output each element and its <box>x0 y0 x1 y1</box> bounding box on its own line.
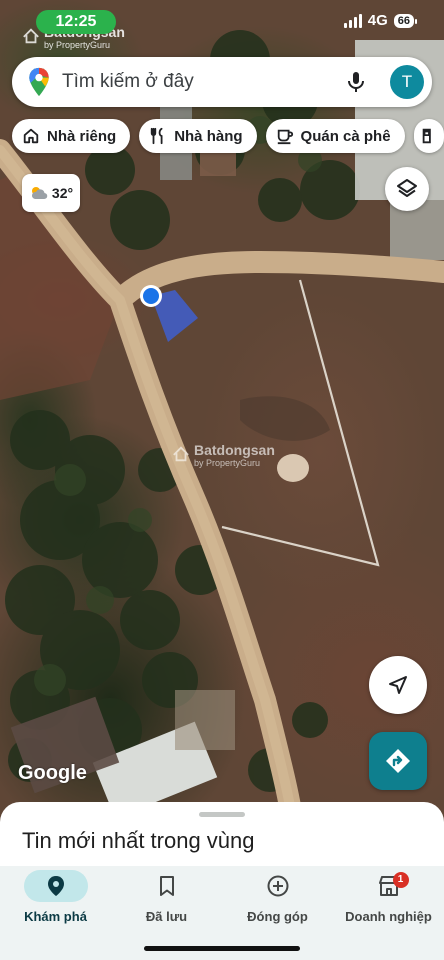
bottom-sheet[interactable]: Tin mới nhất trong vùng <box>0 802 444 872</box>
status-indicators: 4G 66 <box>343 12 418 29</box>
explore-pin-icon <box>47 876 64 896</box>
nav-label: Khám phá <box>24 909 87 924</box>
watermark-sub: by PropertyGuru <box>44 40 111 50</box>
chip-gas-station[interactable] <box>413 119 444 153</box>
nav-saved[interactable]: Đã lưu <box>111 870 222 924</box>
nav-contribute[interactable]: Đóng góp <box>222 870 333 924</box>
nav-label: Đóng góp <box>247 909 308 924</box>
current-location-dot <box>143 288 159 304</box>
my-location-button[interactable] <box>369 656 427 714</box>
nav-icon-wrap <box>246 870 310 902</box>
sheet-drag-handle[interactable] <box>199 812 245 817</box>
watermark-brand: Batdongsan <box>194 442 275 458</box>
restaurant-icon <box>150 127 163 145</box>
nav-icon-wrap <box>23 870 88 902</box>
search-bar[interactable]: Tìm kiếm ở đây T <box>12 57 432 107</box>
category-chips: Nhà riêng Nhà hàng Quán cà phê <box>12 119 444 153</box>
add-circle-icon <box>267 875 288 897</box>
home-indicator[interactable] <box>144 946 300 951</box>
navigation-arrow-icon <box>389 676 407 694</box>
sheet-title: Tin mới nhất trong vùng <box>22 828 255 853</box>
google-attribution: Google <box>18 762 87 784</box>
nav-icon-wrap: 1 <box>357 870 421 902</box>
chip-coffee[interactable]: Quán cà phê <box>265 119 405 153</box>
network-type: 4G <box>367 12 388 29</box>
directions-icon <box>386 749 410 773</box>
battery-icon: 66 <box>393 13 418 28</box>
home-icon <box>23 128 39 144</box>
notification-badge: 1 <box>392 872 409 888</box>
house-watermark-icon <box>23 28 39 44</box>
nav-label: Doanh nghiệp <box>345 909 432 924</box>
chip-restaurant[interactable]: Nhà hàng <box>139 119 257 153</box>
bookmark-icon <box>159 876 174 896</box>
coffee-icon <box>277 129 293 145</box>
account-avatar[interactable]: T <box>390 65 424 99</box>
status-time: 12:25 <box>36 10 116 34</box>
nav-label: Đã lưu <box>145 909 188 924</box>
partly-cloudy-icon <box>31 187 48 200</box>
gas-station-icon <box>422 128 431 144</box>
search-input[interactable]: Tìm kiếm ở đây <box>62 71 344 93</box>
watermark-sub: by PropertyGuru <box>194 458 261 468</box>
house-watermark-icon <box>173 446 189 462</box>
chip-home[interactable]: Nhà riêng <box>12 119 131 153</box>
layers-icon <box>397 179 417 197</box>
directions-button[interactable] <box>369 732 427 790</box>
chip-label: Nhà hàng <box>174 127 243 145</box>
microphone-icon[interactable] <box>344 70 368 94</box>
nav-explore[interactable]: Khám phá <box>0 870 111 924</box>
google-maps-pin-icon <box>29 67 49 97</box>
watermark-logo-center: Batdongsan by PropertyGuru <box>173 442 275 470</box>
layers-button[interactable] <box>385 167 429 211</box>
temperature: 32° <box>51 185 74 201</box>
chip-label: Nhà riêng <box>47 127 117 145</box>
chip-label: Quán cà phê <box>300 127 391 145</box>
weather-badge[interactable]: 32° <box>22 174 80 212</box>
signal-icon <box>343 13 362 28</box>
nav-business[interactable]: 1 Doanh nghiệp <box>333 870 444 924</box>
nav-icon-wrap <box>135 870 199 902</box>
